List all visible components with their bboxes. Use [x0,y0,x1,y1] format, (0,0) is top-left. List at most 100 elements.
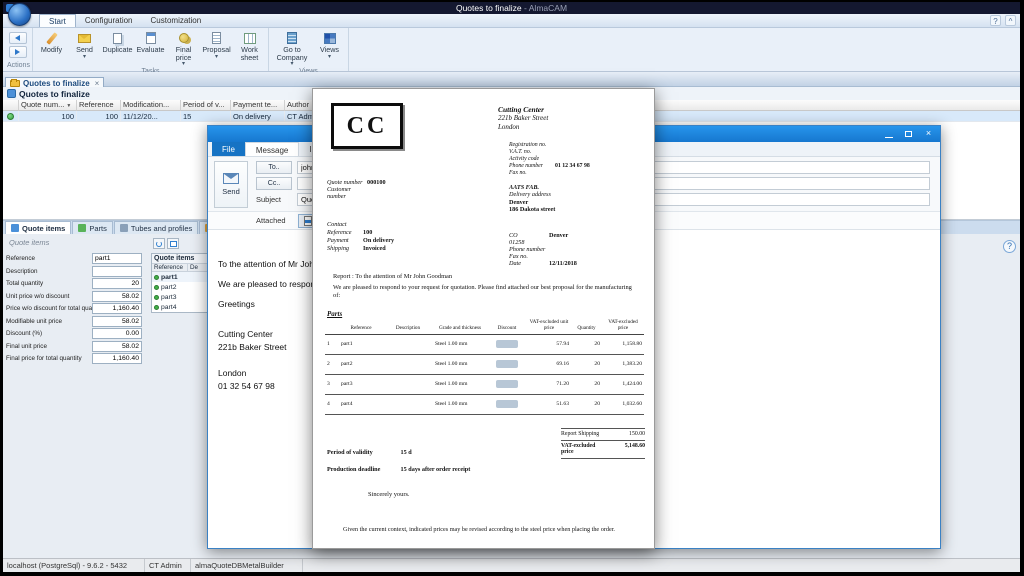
views-button[interactable]: Views ▾ [313,29,346,60]
price-total-field[interactable] [92,303,142,314]
pdf-attachment-icon [304,216,312,226]
dropdown-caret-icon: ▾ [328,55,331,60]
go-to-company-button[interactable]: Go to Company ▾ [271,29,313,67]
reference-field[interactable] [92,253,142,264]
evaluate-button[interactable]: Evaluate [134,29,167,54]
parts-title: Parts [327,310,342,318]
delivery-name: AATS FAB. [509,184,555,191]
app-menu-button[interactable] [8,3,31,26]
group-label-actions: Actions [5,61,30,71]
quote-items-grid-title: Quote items [152,254,209,264]
cell-period: 15 [181,111,231,121]
delivery-city: Denver [509,199,555,206]
tubes-icon [120,224,128,232]
envelope-icon [78,31,91,45]
ribbon-send-button[interactable]: Send ▾ [68,29,101,60]
work-sheet-button[interactable]: Work sheet [233,29,266,61]
window-titlebar[interactable]: Quotes to finalize - AlmaCAM [3,2,1020,14]
action-forward-button[interactable] [9,46,27,58]
header-period[interactable]: Period of v... [181,100,231,111]
header-modification[interactable]: Modification... [121,100,181,111]
tab-parts[interactable]: Parts [72,221,113,234]
final-unit-price-field[interactable] [92,341,142,352]
arrow-right-icon [15,49,20,55]
columns-button[interactable] [167,238,179,249]
quote-item-row[interactable]: part2 [152,282,209,292]
field-label: Description [6,266,92,277]
ribbon-tab-start[interactable]: Start [39,14,76,27]
company-logo: CC [331,103,403,149]
to-button[interactable]: To.. [256,161,292,174]
quote-number-value: 000100 [367,179,386,186]
maximize-icon [905,131,912,137]
email-tab-file[interactable]: File [212,142,245,156]
field-label: Price w/o discount for total quantity [6,303,92,314]
item-status-icon [154,295,159,300]
tab-quote-items[interactable]: Quote items [5,221,71,234]
quote-item-row[interactable]: part3 [152,292,209,302]
email-tab-message[interactable]: Message [245,142,299,156]
field-label: Modifiable unit price [6,316,92,327]
pdf-preview-window[interactable]: CC Cutting Center 221b Baker Street Lond… [312,88,655,549]
subject-label: Subject [256,193,292,206]
email-close-button[interactable]: × [919,127,938,140]
total-quantity-field[interactable] [92,278,142,289]
header-quote-number[interactable]: Quote num...▼ [19,100,77,111]
modify-button[interactable]: Modify [35,29,68,54]
quote-item-row[interactable]: part4 [152,302,209,312]
parts-table-row: 4part4Steel 1.00 mm 51.63201,032.60 [325,394,644,414]
header-reference[interactable]: Reference [77,100,121,111]
quote-item-row[interactable]: part1 [152,272,209,282]
document-icon [212,31,221,45]
email-maximize-button[interactable] [899,127,918,140]
section-title: Quotes to finalize [19,89,90,99]
deadline-line: Production deadline 15 days after order … [327,466,470,473]
proposal-button[interactable]: Proposal ▾ [200,29,233,60]
parts-table-row: 3part3Steel 1.00 mm 71.20201,424.00 [325,374,644,394]
email-send-button[interactable]: Send [214,161,248,208]
status-user: CT Admin [145,559,191,572]
totals-block: Report Shipping 150.00 VAT-excluded pric… [561,428,645,459]
unit-price-field[interactable] [92,291,142,302]
ribbon-tab-customization[interactable]: Customization [142,14,211,27]
cell-quote-number: 100 [19,111,77,121]
status-db-name: almaQuoteDBMetalBuilder [191,559,303,572]
discount-field[interactable] [92,328,142,339]
help-button[interactable]: ? [1003,240,1016,253]
minigrid-header-description[interactable]: De [188,264,209,271]
window-title: Quotes to finalize [456,3,522,13]
item-status-icon [154,275,159,280]
email-minimize-button[interactable] [879,127,898,140]
modifiable-unit-price-field[interactable] [92,316,142,327]
header-payment[interactable]: Payment te... [231,100,285,111]
final-price-button[interactable]: Final price ▾ [167,29,200,67]
attached-label: Attached [256,214,292,227]
duplicate-button[interactable]: Duplicate [101,29,134,54]
building-icon [287,31,297,45]
parts-table-header: Reference Description Grade and thicknes… [325,320,644,334]
company-block: Cutting Center 221b Baker Street London [498,105,548,132]
mini-toolbar [153,238,179,249]
header-icon-column[interactable] [3,100,19,111]
cc-button[interactable]: Cc.. [256,177,292,190]
ribbon-tab-configuration[interactable]: Configuration [76,14,142,27]
send-envelope-icon [223,173,239,184]
tab-tubes-and-profiles[interactable]: Tubes and profiles [114,221,198,234]
part-thumbnail [496,340,518,348]
quote-item-form: Reference Description Total quantity Uni… [6,253,142,366]
help-icon[interactable]: ? [990,15,1001,26]
description-field[interactable] [92,266,142,277]
intro-paragraph: We are pleased to respond to your reques… [333,284,635,299]
parts-table-row: 1part1Steel 1.00 mm 57.94201,158.80 [325,334,644,354]
company-info-block: Registration no. V.A.T. no. Activity cod… [509,142,590,177]
minigrid-header-reference[interactable]: Reference [152,264,188,271]
final-price-total-field[interactable] [92,353,142,364]
part-thumbnail [496,360,518,368]
delivery-street: 186 Dakota street [509,206,555,213]
field-label: Unit price w/o discount [6,291,92,302]
refresh-button[interactable] [153,238,165,249]
collapse-ribbon-icon[interactable]: ^ [1005,15,1016,26]
company-name: Cutting Center [498,105,548,114]
status-ok-icon [7,113,14,120]
action-back-button[interactable] [9,32,27,44]
